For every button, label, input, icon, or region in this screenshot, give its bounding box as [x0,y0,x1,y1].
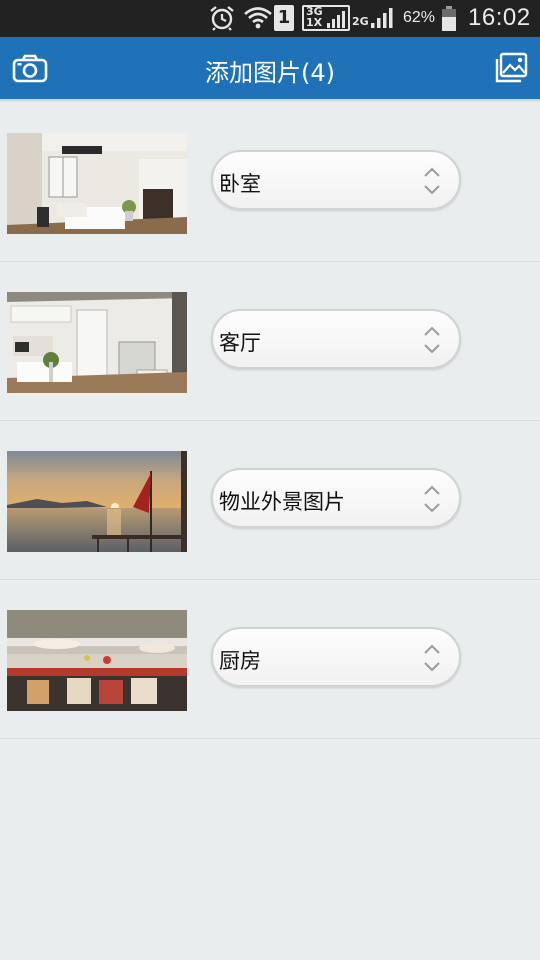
list-item: 厨房 [0,580,540,739]
thumbnail-living-room[interactable] [7,292,187,393]
living-room-photo [7,292,187,393]
page-title: 添加图片(4) [205,59,335,87]
alarm-icon [210,6,234,31]
dropdown-arrows-icon [424,167,440,195]
sim-slot-icon: 1 [274,5,294,31]
room-type-value: 客厅 [219,331,261,355]
room-type-select[interactable]: 厨房 [211,627,461,687]
kitchen-photo [7,610,187,711]
dropdown-arrows-icon [424,644,440,672]
room-type-select[interactable]: 客厅 [211,309,461,369]
thumbnail-exterior[interactable] [7,451,187,552]
signal-2g-icon: 2G [352,5,394,31]
room-type-value: 厨房 [219,649,261,673]
room-type-value: 卧室 [219,172,261,196]
wifi-icon [244,7,272,29]
clock: 16:02 [468,4,531,31]
sim-slot-number: 1 [277,7,291,28]
room-type-select[interactable]: 卧室 [211,150,461,210]
gallery-icon[interactable] [494,52,528,84]
lake-sunset-photo [7,451,187,552]
signal-3g-1x-icon: 3G 1X [302,5,350,31]
dropdown-arrows-icon [424,485,440,513]
list-item: 物业外景图片 [0,421,540,580]
battery-percent: 62% [403,9,436,26]
battery-icon [442,6,456,31]
list-item: 客厅 [0,262,540,421]
dropdown-arrows-icon [424,326,440,354]
room-type-select[interactable]: 物业外景图片 [211,468,461,528]
net-secondary-label: 1X [306,16,323,29]
photo-list: 卧室 客厅 物业外景图片 厨房 [0,103,540,739]
bedroom-photo [7,133,187,234]
thumbnail-bedroom[interactable] [7,133,187,234]
title-bar: 添加图片(4) [0,37,540,103]
list-item: 卧室 [0,103,540,262]
thumbnail-kitchen[interactable] [7,610,187,711]
net-tertiary-label: 2G [352,15,369,28]
room-type-value: 物业外景图片 [219,490,345,514]
add-photos-screen: 1 3G 1X 2G 62% 16:02 添加图片(4) 卧室 客厅 物业外景图… [0,0,540,960]
status-bar: 1 3G 1X 2G 62% 16:02 [0,0,540,37]
